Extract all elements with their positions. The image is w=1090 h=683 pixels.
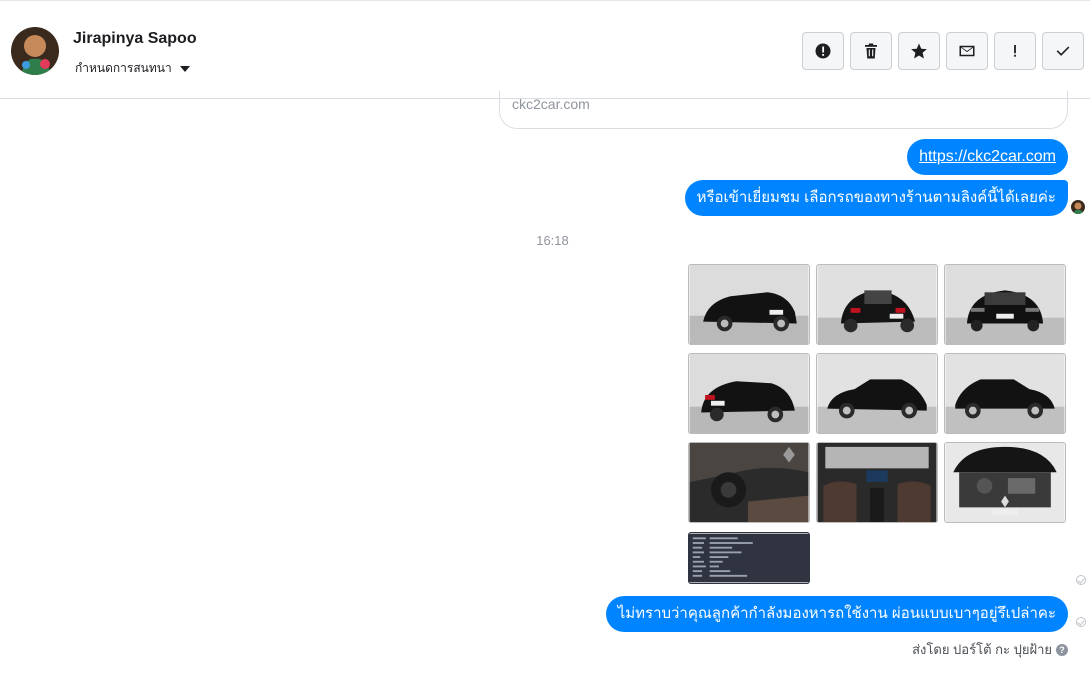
car-photo-3[interactable] [944,264,1066,345]
car-photo-icon [689,354,809,433]
link-preview-domain: ckc2car.com [512,96,590,112]
spec-sheet-icon [689,533,809,583]
exclamation-icon [1014,45,1016,57]
conversation-header: Jirapinya Sapoo กำหนดการสนทนา [0,3,1090,99]
link-preview-card[interactable]: ckc2car.com [499,91,1068,129]
car-photo-1[interactable] [688,264,810,345]
message-thread[interactable]: ckc2car.com https://ckc2car.com หรือเข้า… [0,91,1090,683]
car-photo-8[interactable] [816,442,938,523]
alert-circle-icon [815,43,831,59]
message-timestamp: 16:18 [536,233,569,248]
car-photo-icon [817,443,937,522]
delete-button[interactable] [850,32,892,70]
caret-down-icon [179,65,190,72]
car-photo-5[interactable] [816,353,938,434]
car-photo-icon [945,354,1065,433]
car-photo-6[interactable] [944,353,1066,434]
assign-conversation-dropdown[interactable]: กำหนดการสนทนา [75,59,190,78]
envelope-icon [959,45,975,57]
seen-check-icon [1076,617,1086,627]
spec-sheet-photo[interactable] [688,532,810,584]
car-photo-icon [945,443,1065,522]
link-message-bubble[interactable]: https://ckc2car.com [907,139,1068,175]
sent-by-label: ส่งโดย ปอร์โต้ กะ ปุยฝ้าย ? [912,639,1068,660]
car-photo-icon [817,354,937,433]
conversation-toolbar [802,32,1084,70]
assign-conversation-label: กำหนดการสนทนา [75,61,172,75]
trash-icon [865,43,877,59]
sent-by-text: ส่งโดย ปอร์โต้ กะ ปุยฝ้าย [912,642,1052,657]
car-photo-icon [689,443,809,522]
checkmark-icon [1056,46,1070,56]
question-message-bubble: ไม่ทราบว่าคุณลูกค้ากำลังมองหารถใช้งาน ผ่… [605,596,1068,632]
star-icon [911,43,927,59]
follow-up-button[interactable] [994,32,1036,70]
car-photo-4[interactable] [688,353,810,434]
car-photo-icon [689,265,809,344]
visit-message-bubble: หรือเข้าเยี่ยมชม เลือกรถของทางร้านตามลิง… [684,180,1068,216]
contact-avatar[interactable] [11,27,59,75]
mark-unread-button[interactable] [946,32,988,70]
car-photo-icon [945,265,1065,344]
star-button[interactable] [898,32,940,70]
contact-name[interactable]: Jirapinya Sapoo [73,30,197,48]
help-icon[interactable]: ? [1056,643,1068,656]
car-photo-icon [817,265,937,344]
car-photo-7[interactable] [688,442,810,523]
mark-done-button[interactable] [1042,32,1084,70]
car-photo-2[interactable] [816,264,938,345]
spam-button[interactable] [802,32,844,70]
car-photo-9[interactable] [944,442,1066,523]
seen-avatar [1071,200,1085,214]
seen-check-icon [1076,575,1086,585]
